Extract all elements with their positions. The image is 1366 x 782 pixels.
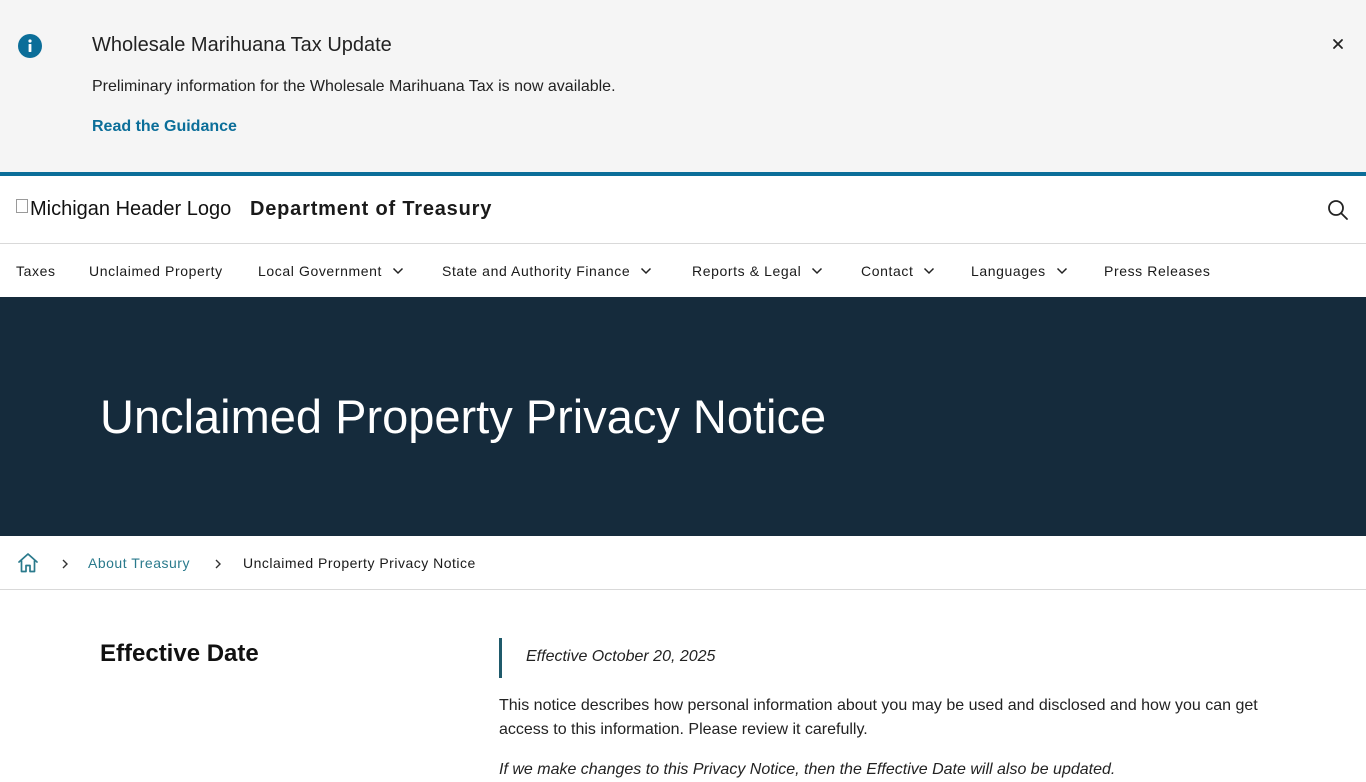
- chevron-down-icon: [811, 267, 823, 275]
- chevron-down-icon: [640, 267, 652, 275]
- site-header: Michigan Header Logo Department of Treas…: [0, 176, 1366, 244]
- nav-item-taxes[interactable]: Taxes: [16, 263, 56, 279]
- nav-label: Unclaimed Property: [89, 263, 223, 279]
- effective-date-text: Effective October 20, 2025: [526, 648, 716, 665]
- breadcrumb-about-treasury[interactable]: About Treasury: [88, 555, 190, 571]
- alert-banner: Wholesale Marihuana Tax Update Prelimina…: [0, 0, 1366, 172]
- logo-alt-text: Michigan Header Logo: [30, 198, 232, 220]
- alert-text: Preliminary information for the Wholesal…: [92, 78, 616, 95]
- chevron-right-icon: [60, 557, 70, 569]
- nav-label: Press Releases: [1104, 263, 1211, 279]
- nav-label: State and Authority Finance: [442, 263, 631, 279]
- broken-image-icon: [16, 198, 28, 213]
- michigan-logo[interactable]: Michigan Header Logo: [16, 198, 231, 221]
- department-title[interactable]: Department of Treasury: [250, 198, 492, 221]
- chevron-down-icon: [923, 267, 935, 275]
- nav-item-local-government[interactable]: Local Government: [258, 263, 404, 279]
- nav-item-unclaimed-property[interactable]: Unclaimed Property: [89, 263, 223, 279]
- nav-item-languages[interactable]: Languages: [971, 263, 1068, 279]
- hero-banner: Unclaimed Property Privacy Notice: [0, 297, 1366, 536]
- chevron-right-icon: [213, 557, 223, 569]
- close-icon[interactable]: [1328, 34, 1348, 54]
- nav-item-reports-legal[interactable]: Reports & Legal: [692, 263, 823, 279]
- chevron-down-icon: [392, 267, 404, 275]
- home-icon[interactable]: [16, 551, 40, 575]
- search-icon[interactable]: [1326, 198, 1350, 222]
- notice-paragraph-2: If we make changes to this Privacy Notic…: [499, 761, 1116, 778]
- nav-label: Contact: [861, 263, 914, 279]
- alert-title: Wholesale Marihuana Tax Update: [92, 34, 392, 56]
- page-title: Unclaimed Property Privacy Notice: [100, 390, 827, 443]
- quote-bar: [499, 638, 502, 678]
- nav-label: Taxes: [16, 263, 56, 279]
- section-heading: Effective Date: [100, 640, 259, 667]
- nav-label: Reports & Legal: [692, 263, 802, 279]
- info-icon: [18, 34, 42, 58]
- chevron-down-icon: [1056, 267, 1068, 275]
- nav-item-state-authority-finance[interactable]: State and Authority Finance: [442, 263, 652, 279]
- main-nav: Taxes Unclaimed Property Local Governmen…: [0, 245, 1366, 297]
- notice-paragraph: This notice describes how personal infor…: [499, 697, 1258, 738]
- breadcrumb: About Treasury Unclaimed Property Privac…: [0, 536, 1366, 590]
- breadcrumb-current: Unclaimed Property Privacy Notice: [243, 555, 476, 571]
- nav-label: Local Government: [258, 263, 382, 279]
- nav-item-contact[interactable]: Contact: [861, 263, 935, 279]
- read-guidance-link[interactable]: Read the Guidance: [92, 118, 237, 136]
- nav-item-press-releases[interactable]: Press Releases: [1104, 263, 1210, 279]
- nav-label: Languages: [971, 263, 1046, 279]
